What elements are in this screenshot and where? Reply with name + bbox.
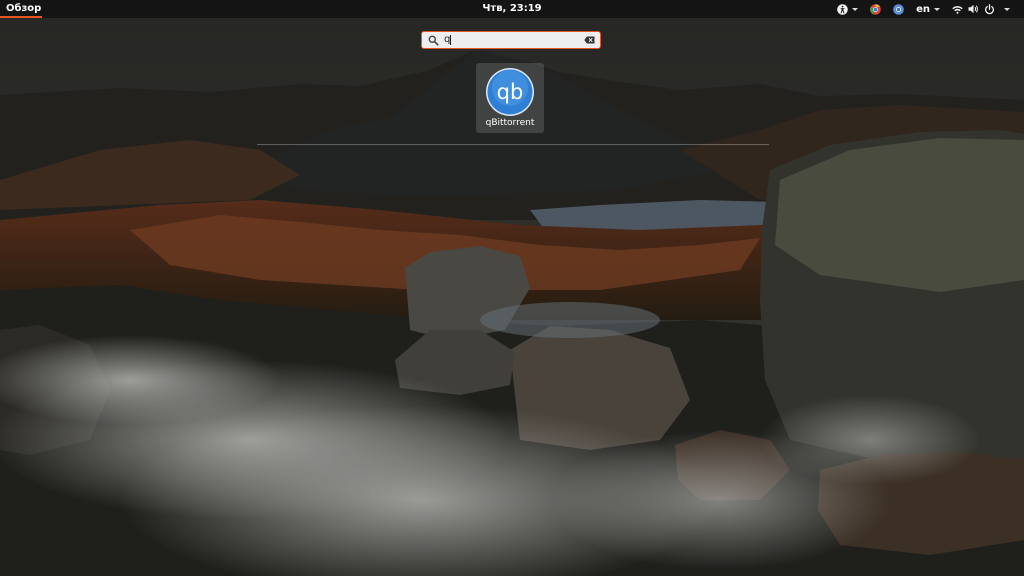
wifi-icon [952, 5, 963, 14]
app-icon-text: qb [497, 80, 524, 104]
chevron-down-icon [852, 7, 859, 11]
chromium-icon [870, 3, 881, 15]
chrome-icon [893, 3, 904, 15]
app-label: qBittorrent [485, 118, 535, 128]
top-bar: Обзор Чтв, 23:19 en [0, 0, 1024, 18]
language-label: en [916, 3, 930, 15]
clear-icon[interactable] [584, 36, 595, 44]
system-menu[interactable] [946, 0, 1016, 18]
results-separator [257, 144, 769, 145]
desktop: Обзор Чтв, 23:19 en q qb qBittorrent [0, 0, 1024, 576]
chromium-indicator[interactable] [864, 0, 887, 18]
search-icon [428, 35, 439, 46]
system-tray: en [831, 0, 1016, 18]
search-box[interactable] [421, 31, 601, 49]
qbittorrent-icon: qb [486, 68, 534, 116]
text-cursor [450, 35, 451, 45]
accessibility-menu[interactable] [831, 0, 864, 18]
search-result-item[interactable]: qb qBittorrent [476, 63, 544, 133]
chevron-down-icon [934, 7, 940, 11]
search-input[interactable] [444, 33, 579, 47]
language-menu[interactable]: en [910, 0, 946, 18]
volume-icon [968, 4, 978, 14]
accessibility-icon [837, 3, 848, 15]
power-icon [984, 3, 995, 14]
chevron-down-icon [1004, 7, 1010, 11]
chrome-indicator[interactable] [887, 0, 910, 18]
